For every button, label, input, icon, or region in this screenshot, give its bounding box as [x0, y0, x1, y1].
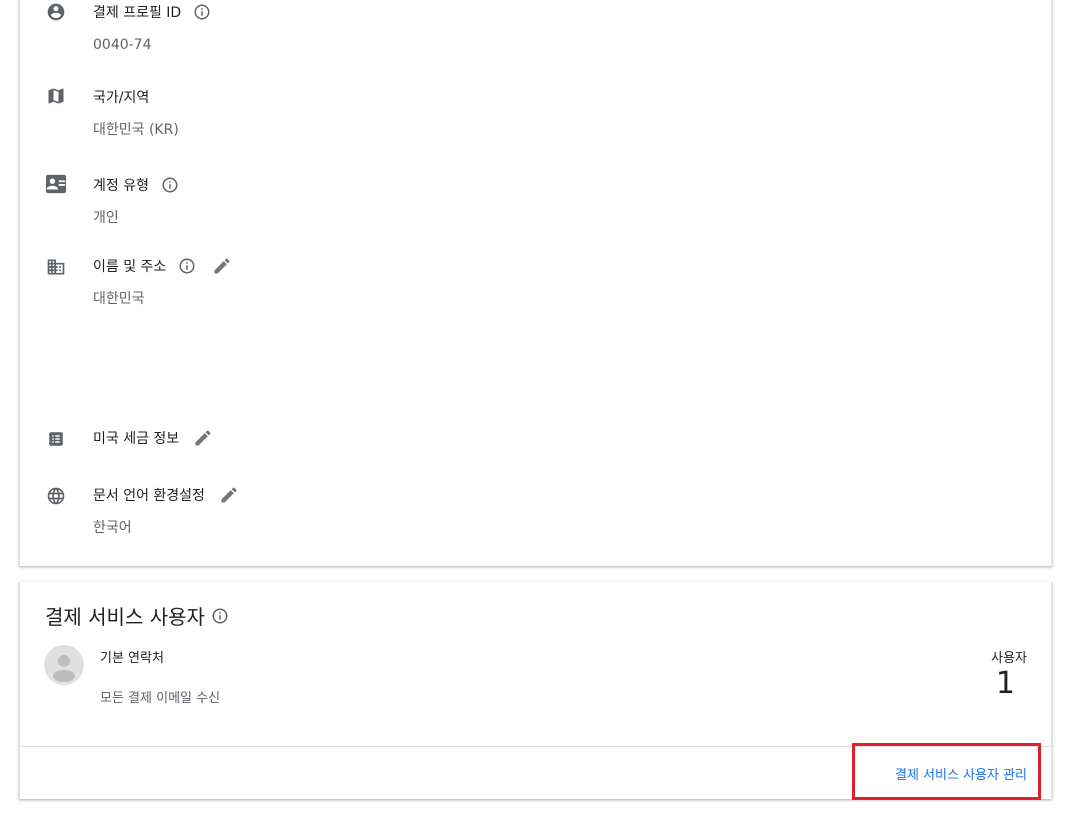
us-tax-label: 미국 세금 정보	[93, 428, 213, 448]
truncated-text-line	[100, 707, 230, 710]
payment-users-title: 결제 서비스 사용자	[45, 601, 229, 630]
map-icon	[45, 85, 67, 107]
us-tax-label-text: 미국 세금 정보	[93, 431, 180, 447]
primary-contact-name: 기본 연락처	[100, 651, 164, 666]
name-address-value: 대한민국	[93, 291, 145, 307]
primary-contact-description: 모든 결제 이메일 수신	[100, 691, 221, 706]
payment-profile-id-value: 0040-74	[93, 37, 152, 53]
account-type-value: 개인	[93, 210, 119, 226]
edit-pencil-icon[interactable]	[212, 256, 232, 276]
building-icon	[45, 256, 67, 278]
account-type-label-text: 계정 유형	[93, 178, 149, 194]
payment-profile-id-label: 결제 프로필 ID	[93, 2, 211, 22]
users-label: 사용자	[991, 651, 1027, 666]
doc-language-label-text: 문서 언어 환경설정	[93, 488, 205, 504]
globe-icon	[45, 485, 67, 507]
info-icon[interactable]	[161, 176, 179, 194]
highlight-box	[852, 743, 1041, 800]
info-icon[interactable]	[193, 3, 211, 21]
country-label: 국가/지역	[93, 87, 149, 107]
users-count: 1	[995, 666, 1015, 701]
account-circle-icon	[45, 1, 67, 23]
doc-language-value: 한국어	[93, 520, 132, 536]
payment-profile-id-label-text: 결제 프로필 ID	[93, 5, 182, 21]
edit-pencil-icon[interactable]	[193, 428, 213, 448]
info-icon[interactable]	[178, 257, 196, 275]
contact-card-icon	[45, 173, 67, 195]
edit-pencil-icon[interactable]	[219, 485, 239, 505]
doc-language-label: 문서 언어 환경설정	[93, 485, 239, 505]
info-icon[interactable]	[211, 607, 229, 625]
billing-profile-card: 결제 프로필 ID 0040-74 국가/지역 대한민국 (KR) 계정 유형 …	[19, 0, 1052, 566]
account-type-label: 계정 유형	[93, 175, 179, 195]
avatar	[44, 645, 84, 685]
list-icon	[45, 428, 67, 450]
country-value: 대한민국 (KR)	[93, 122, 179, 138]
name-address-label: 이름 및 주소	[93, 256, 232, 276]
payment-users-title-text: 결제 서비스 사용자	[45, 605, 205, 629]
name-address-label-text: 이름 및 주소	[93, 259, 167, 275]
country-label-text: 국가/지역	[93, 90, 150, 106]
